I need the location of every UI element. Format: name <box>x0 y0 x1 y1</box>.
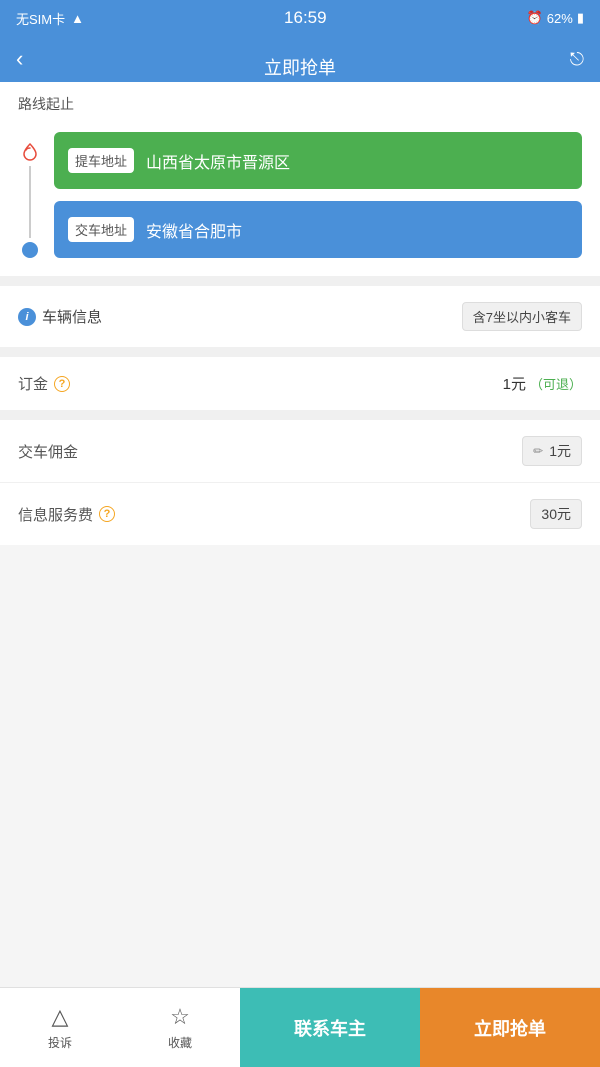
carrier-text: 无SIM卡 <box>16 9 65 28</box>
deposit-help-icon[interactable]: ? <box>54 376 70 392</box>
nav-bar: ‹ 立即抢单 ⎋ <box>0 36 600 82</box>
pencil-icon: ✏ <box>533 444 543 458</box>
commission-label: 交车佣金 <box>18 441 78 462</box>
status-right: ⏰ 62% ▮ <box>527 10 584 26</box>
deposit-refund-tag: （可退） <box>530 374 582 393</box>
bottom-bar: △ 投诉 ☆ 收藏 联系车主 立即抢单 <box>0 987 600 1067</box>
route-cards: 提车地址 山西省太原市晋源区 交车地址 安徽省合肥市 <box>54 132 582 258</box>
share-button[interactable]: ⎋ <box>570 49 584 70</box>
pickup-address: 山西省太原市晋源区 <box>146 149 290 173</box>
service-label: 信息服务费 ? <box>18 504 115 525</box>
service-row: 信息服务费 ? 30元 <box>0 483 600 545</box>
collect-icon: ☆ <box>170 1004 190 1030</box>
dropoff-badge: 交车地址 <box>68 217 134 242</box>
commission-badge[interactable]: ✏ 1元 <box>522 436 582 466</box>
vehicle-info-left: i 车辆信息 <box>18 306 102 327</box>
dropoff-icon <box>22 242 38 258</box>
service-badge: 30元 <box>530 499 582 529</box>
deposit-label: 订金 ? <box>18 373 70 394</box>
vehicle-info-icon: i <box>18 308 36 326</box>
complaint-icon: △ <box>52 1004 69 1030</box>
commission-label-text: 交车佣金 <box>18 441 78 462</box>
commission-value: 1元 <box>549 441 571 461</box>
back-button[interactable]: ‹ <box>16 46 23 72</box>
page-title: 立即抢单 <box>264 54 336 80</box>
deposit-section: 订金 ? 1元 （可退） <box>0 357 600 410</box>
service-help-icon[interactable]: ? <box>99 506 115 522</box>
vehicle-info-label: 车辆信息 <box>42 306 102 327</box>
status-left: 无SIM卡 ▲ <box>16 9 84 28</box>
dropoff-card[interactable]: 交车地址 安徽省合肥市 <box>54 201 582 258</box>
grab-button[interactable]: 立即抢单 <box>420 988 600 1067</box>
deposit-label-text: 订金 <box>18 373 48 394</box>
deposit-amount: 1元 <box>503 373 526 394</box>
collect-tab[interactable]: ☆ 收藏 <box>120 988 240 1067</box>
time-display: 16:59 <box>284 8 327 28</box>
service-label-text: 信息服务费 <box>18 504 93 525</box>
route-connector <box>29 166 31 238</box>
deposit-value-area: 1元 （可退） <box>503 373 582 394</box>
contact-button[interactable]: 联系车主 <box>240 988 420 1067</box>
pickup-badge: 提车地址 <box>68 148 134 173</box>
battery-icon: ▮ <box>577 10 584 26</box>
battery-percent: 62% <box>547 11 573 26</box>
route-line <box>18 132 42 258</box>
route-section-label: 路线起止 <box>0 82 600 122</box>
complaint-label: 投诉 <box>48 1034 72 1051</box>
vehicle-info-badge: 含7坐以内小客车 <box>462 302 582 331</box>
fee-section: 交车佣金 ✏ 1元 信息服务费 ? 30元 <box>0 420 600 545</box>
dropoff-address: 安徽省合肥市 <box>146 218 242 242</box>
pickup-icon <box>20 142 40 162</box>
divider-2 <box>0 347 600 357</box>
deposit-row: 订金 ? 1元 （可退） <box>0 357 600 410</box>
service-value: 30元 <box>541 504 571 524</box>
alarm-icon: ⏰ <box>527 10 543 26</box>
pickup-card[interactable]: 提车地址 山西省太原市晋源区 <box>54 132 582 189</box>
route-section: 提车地址 山西省太原市晋源区 交车地址 安徽省合肥市 <box>0 122 600 276</box>
commission-row: 交车佣金 ✏ 1元 <box>0 420 600 483</box>
divider-3 <box>0 410 600 420</box>
bottom-spacer <box>0 545 600 645</box>
vehicle-info-row: i 车辆信息 含7坐以内小客车 <box>0 286 600 347</box>
divider-1 <box>0 276 600 286</box>
complaint-tab[interactable]: △ 投诉 <box>0 988 120 1067</box>
collect-label: 收藏 <box>168 1034 192 1051</box>
status-bar: 无SIM卡 ▲ 16:59 ⏰ 62% ▮ <box>0 0 600 36</box>
wifi-icon: ▲ <box>71 11 84 26</box>
